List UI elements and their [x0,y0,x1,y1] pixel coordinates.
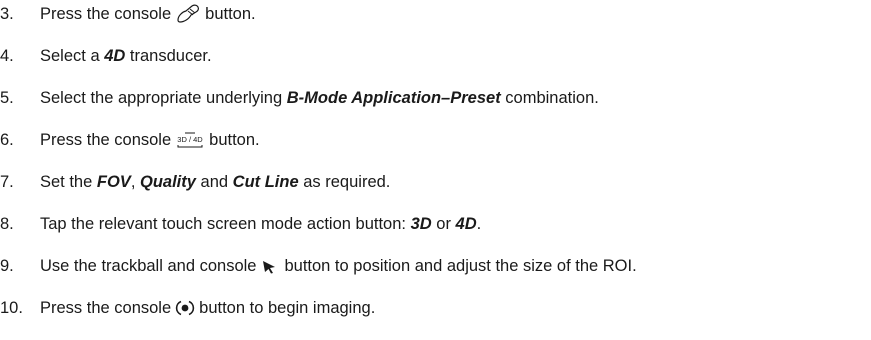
step-text-part: , [130,173,136,191]
3d-4d-icon: 3D / 4D [175,131,205,149]
step-text-part: Press the console [40,5,172,23]
step-number: 10. [0,299,23,317]
emphasis-quality: Quality [140,173,196,191]
step-text-part: button to begin imaging. [199,299,376,317]
step-text-part: button. [205,5,256,23]
emphasis-bmode-preset: B-Mode Application–Preset [286,89,501,107]
transducer-probe-icon [175,3,201,23]
step-text-part: . [476,215,482,233]
step-number: 7. [0,173,14,191]
step-text-part: Press the console [40,131,172,149]
step-text: Press the console 3D / 4D button. [40,128,260,152]
step-number: 5. [0,89,14,107]
step-text-part: as required. [303,173,391,191]
3d-4d-icon-label: 3D / 4D [177,135,203,144]
step-text: Set the FOV, Quality and Cut Line as req… [40,170,390,194]
step-text-part: Select a [40,47,100,65]
step-number: 8. [0,215,14,233]
step-text: Tap the relevant touch screen mode actio… [40,212,481,236]
step-text-part: Set the [40,173,93,191]
emphasis-3d: 3D [410,215,432,233]
step-text: Press the console button. [40,2,256,26]
step-text-part: button to position and adjust the size o… [284,257,637,275]
step-text-part: Select the appropriate underlying [40,89,283,107]
step-number: 9. [0,257,14,275]
step-number: 3. [0,5,14,23]
step-text: Select a 4D transducer. [40,44,212,68]
emphasis-fov: FOV [96,173,131,191]
emphasis-4d: 4D [104,47,126,65]
step-text-part: and [200,173,229,191]
step-number: 4. [0,47,14,65]
step-text-part: Press the console [40,299,172,317]
step-text-part: or [436,215,451,233]
step-text-part: transducer. [129,47,212,65]
step-text: Select the appropriate underlying B-Mode… [40,86,599,110]
step-text-part: Use the trackball and console [40,257,257,275]
freeze-toggle-icon [175,298,195,318]
step-text: Use the trackball and console button to … [40,254,637,278]
arrow-pointer-icon [260,258,280,274]
step-number: 6. [0,131,14,149]
page: { "steps": [ { "number": "3.", "parts": … [0,0,871,340]
emphasis-4d: 4D [455,215,477,233]
step-text-part: button. [209,131,260,149]
step-text-part: Tap the relevant touch screen mode actio… [40,215,406,233]
step-text-part: combination. [505,89,599,107]
emphasis-cut-line: Cut Line [232,173,299,191]
step-text: Press the console button to begin imagin… [40,296,375,320]
